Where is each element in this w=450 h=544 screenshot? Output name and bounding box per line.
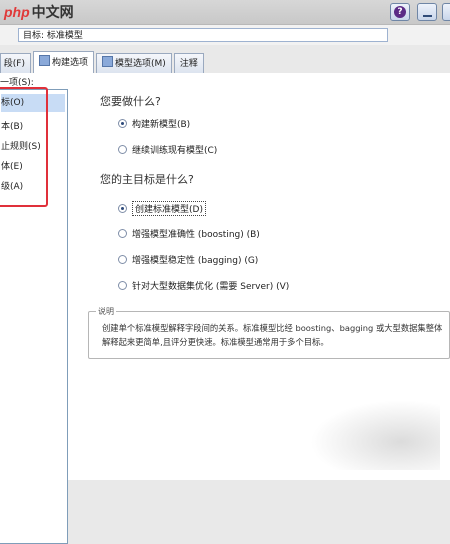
radio-bagging[interactable]: 增强模型稳定性 (bagging) (G) xyxy=(118,253,258,266)
radio-build-new-model[interactable]: 构建新模型(B) xyxy=(118,117,190,130)
list-item-objectives[interactable]: 标(O) xyxy=(1,94,65,112)
radio-continue-training[interactable]: 继续训练现有模型(C) xyxy=(118,143,217,156)
description-legend: 说明 xyxy=(96,306,116,317)
tab-label: 段(F) xyxy=(3,59,25,69)
model-options-icon xyxy=(102,56,114,67)
description-text: 创建单个标准模型解释字段间的关系。标准模型比经 boosting、bagging… xyxy=(102,323,443,347)
list-item-ensembles[interactable]: 体(E) xyxy=(1,158,23,176)
radio-large-datasets[interactable]: 针对大型数据集优化 (需要 Server) (V) xyxy=(118,279,289,292)
radio-label: 增强模型准确性 (boosting) (B) xyxy=(132,230,260,240)
tab-label: 模型选项(M) xyxy=(115,59,166,69)
radio-icon xyxy=(118,119,127,128)
radio-standard-model[interactable]: 创建标准模型(D) xyxy=(118,201,206,216)
watermark-cn: 中文网 xyxy=(31,4,74,20)
minimize-button[interactable] xyxy=(417,3,437,21)
watermark-php: php xyxy=(4,4,30,20)
target-row: 目标: 标准模型 xyxy=(0,25,450,45)
maximize-button[interactable] xyxy=(442,3,450,21)
tab-label: 注释 xyxy=(179,59,198,69)
list-item-stopping-rules[interactable]: 止规则(S) xyxy=(1,138,41,156)
radio-label: 创建标准模型(D) xyxy=(132,201,206,216)
radio-label: 针对大型数据集优化 (需要 Server) (V) xyxy=(132,282,290,292)
left-list-caption: 一项(S): xyxy=(0,78,34,88)
description-box: 说明 创建单个标准模型解释字段间的关系。标准模型比经 boosting、bagg… xyxy=(88,306,450,359)
watermark-logo: php 中文网 xyxy=(4,2,74,22)
radio-label: 增强模型稳定性 (bagging) (G) xyxy=(132,256,259,266)
help-icon: ? xyxy=(394,6,406,18)
radio-icon xyxy=(118,255,127,264)
help-button[interactable]: ? xyxy=(390,3,410,21)
radio-icon xyxy=(118,204,127,213)
list-item-advanced[interactable]: 级(A) xyxy=(1,178,23,196)
build-options-icon xyxy=(39,55,50,66)
section-main-objective-title: 您的主目标是什么? xyxy=(100,173,194,186)
radio-icon xyxy=(118,145,127,154)
main-panel: 一项(S): 标(O) 本(B) 止规则(S) 体(E) 级(A) 您要做什么?… xyxy=(0,73,450,544)
list-item-basics[interactable]: 本(B) xyxy=(1,118,23,136)
tab-annotations[interactable]: 注释 xyxy=(173,53,204,74)
tab-model-options[interactable]: 模型选项(M) xyxy=(96,53,172,74)
radio-icon xyxy=(118,229,127,238)
radio-label: 构建新模型(B) xyxy=(132,120,191,130)
window-title-bar: php 中文网 ? xyxy=(0,0,450,25)
option-category-list[interactable]: 标(O) 本(B) 止规则(S) 体(E) 级(A) xyxy=(0,89,68,544)
target-field: 目标: 标准模型 xyxy=(18,28,388,42)
tab-label: 构建选项 xyxy=(52,58,89,68)
radio-label: 继续训练现有模型(C) xyxy=(132,146,218,156)
tab-fields[interactable]: 段(F) xyxy=(0,53,31,74)
tab-bar: 段(F) 构建选项 模型选项(M) 注释 xyxy=(0,51,206,74)
watermark-smudge xyxy=(310,400,440,470)
radio-boosting[interactable]: 增强模型准确性 (boosting) (B) xyxy=(118,227,260,240)
minimize-icon xyxy=(423,15,432,17)
radio-icon xyxy=(118,281,127,290)
tab-build-options[interactable]: 构建选项 xyxy=(33,51,95,74)
section-what-to-do-title: 您要做什么? xyxy=(100,95,161,108)
